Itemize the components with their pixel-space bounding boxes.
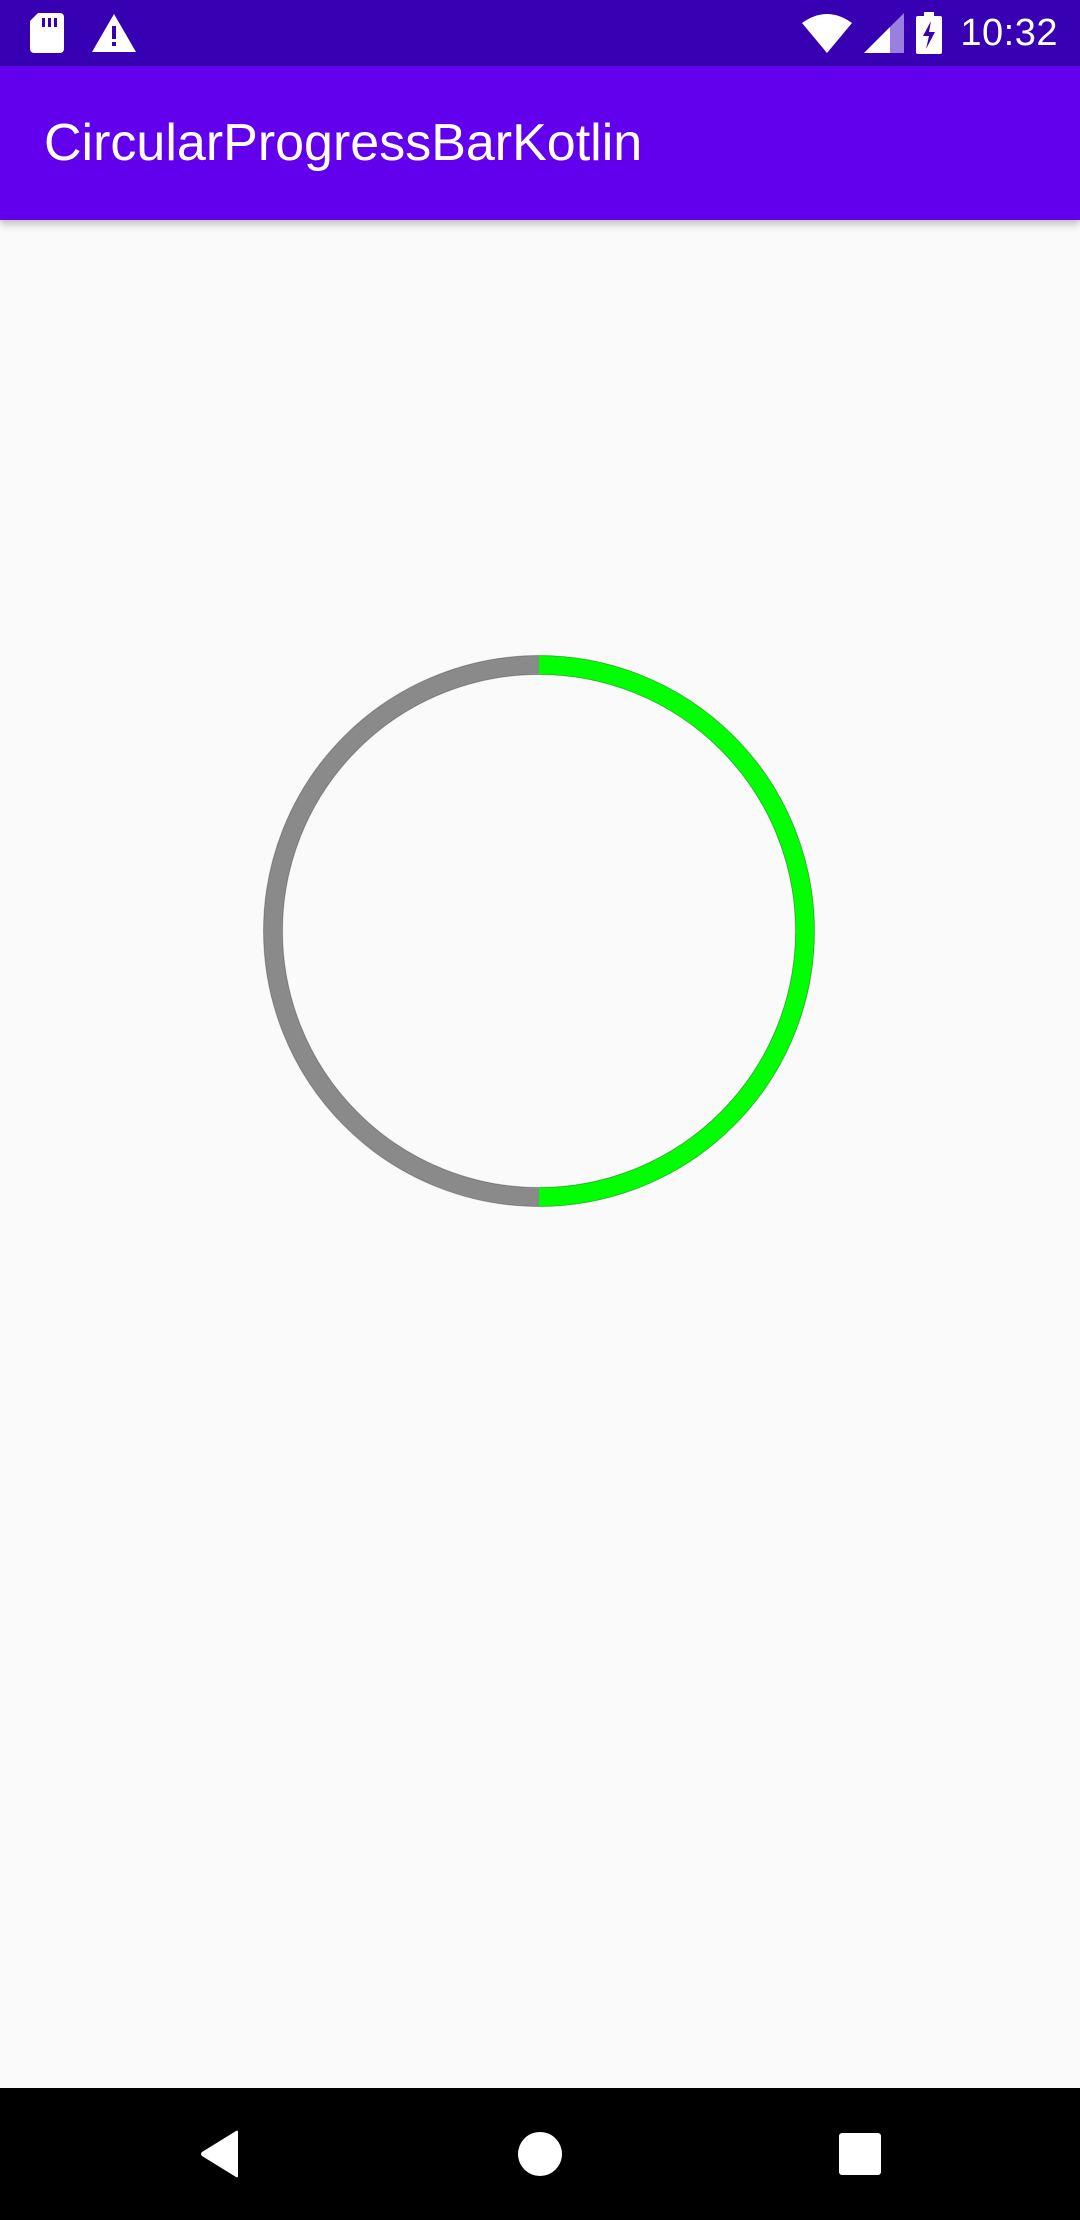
battery-charging-icon <box>916 12 943 54</box>
status-left-icons <box>30 10 136 56</box>
recents-icon <box>839 2133 881 2175</box>
progress-indicator <box>538 655 815 1207</box>
progress-edge-inner <box>282 674 796 1188</box>
cellular-signal-icon <box>864 13 905 53</box>
app-title: CircularProgressBarKotlin <box>44 114 643 172</box>
recents-button[interactable] <box>830 2124 890 2184</box>
sd-card-icon <box>30 13 64 53</box>
status-bar: 10:32 <box>0 0 1080 66</box>
home-button[interactable] <box>510 2124 570 2184</box>
navigation-bar <box>0 2088 1080 2220</box>
app-bar: CircularProgressBarKotlin <box>0 66 1080 220</box>
back-icon <box>198 2130 242 2178</box>
back-button[interactable] <box>190 2124 250 2184</box>
warning-icon <box>92 14 136 52</box>
wifi-icon <box>802 13 853 53</box>
status-time: 10:32 <box>960 12 1058 54</box>
home-icon <box>517 2131 563 2177</box>
circular-progress-bar <box>262 654 816 1208</box>
status-right-icons: 10:32 <box>802 10 1058 56</box>
